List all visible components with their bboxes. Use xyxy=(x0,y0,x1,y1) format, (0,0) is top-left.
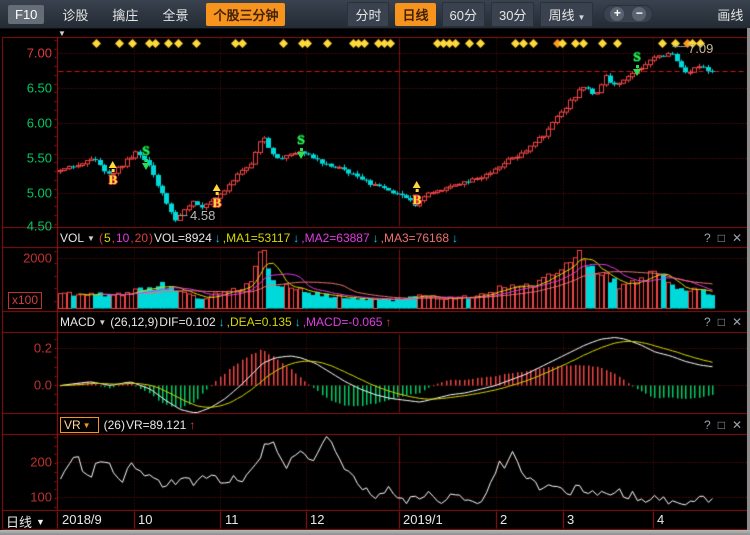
window-bottom-edge xyxy=(0,530,750,535)
sell-signal: S xyxy=(142,143,150,171)
header-value: (26) xyxy=(104,418,125,432)
vol-pane-controls: ? □ ✕ xyxy=(704,231,742,245)
vol-pane-header: VOL▼(5,10,20) VOL=8924↓ ,MA1=53117↓ ,MA2… xyxy=(60,229,460,247)
month-label: 11 xyxy=(225,512,239,527)
maximize-icon[interactable]: □ xyxy=(718,418,725,432)
header-value: ,MA2=63887 xyxy=(301,231,369,245)
toolbar: F10 诊股 擒庄 全景 个股三分钟 分时 日线 60分 30分 周线▼ + −… xyxy=(0,0,750,29)
stock-app-window: F10 诊股 擒庄 全景 个股三分钟 分时 日线 60分 30分 周线▼ + −… xyxy=(0,0,750,535)
trend-arrow-icon: ↑ xyxy=(385,315,391,329)
month-label: 12 xyxy=(310,512,324,527)
header-value: 10 xyxy=(116,231,129,245)
header-value: ,MACD=-0.065 xyxy=(303,315,383,329)
header-value: VR=89.121 xyxy=(126,418,186,432)
stock-3min-button[interactable]: 个股三分钟 xyxy=(206,3,285,26)
month-label: 2019/1 xyxy=(403,512,443,527)
price-label: 6.00 xyxy=(8,116,52,131)
trend-arrow-icon: ↓ xyxy=(373,231,379,245)
price-label: 5.50 xyxy=(8,151,52,166)
month-label: 2018/9 xyxy=(62,512,102,527)
banker-tracking-button[interactable]: 擒庄 xyxy=(112,5,138,24)
help-icon[interactable]: ? xyxy=(704,418,711,432)
close-icon[interactable]: ✕ xyxy=(732,418,742,432)
low-price-label: 4.58 xyxy=(190,208,215,223)
chevron-down-icon: ▼ xyxy=(577,13,585,22)
buy-signal: B xyxy=(413,180,422,208)
tab-daily[interactable]: 日线 xyxy=(395,3,435,26)
draw-line-button[interactable]: 画线 xyxy=(717,5,743,24)
header-value: DIF=0.102 xyxy=(159,315,215,329)
indicator-axis-label: 200 xyxy=(8,455,52,470)
price-label: 5.00 xyxy=(8,186,52,201)
trend-arrow-icon: ↓ xyxy=(295,315,301,329)
period-selector[interactable]: 日线 ▼ xyxy=(6,512,45,531)
high-price-label: 7.09 xyxy=(688,41,713,56)
trend-arrow-icon: ↓ xyxy=(215,231,221,245)
chevron-down-icon[interactable]: ▼ xyxy=(87,234,95,243)
close-icon[interactable]: ✕ xyxy=(732,315,742,329)
header-value: ,MA1=53117 xyxy=(223,231,291,245)
chevron-down-icon[interactable]: ▼ xyxy=(98,318,106,327)
trend-arrow-icon: ↓ xyxy=(293,231,299,245)
period-label: 日线 xyxy=(6,512,32,531)
f10-button[interactable]: F10 xyxy=(8,5,44,24)
header-value: ( xyxy=(99,231,103,245)
month-label: 10 xyxy=(138,512,152,527)
buy-signal: B xyxy=(109,160,118,188)
zoom-controls: + − xyxy=(603,5,653,23)
panorama-button[interactable]: 全景 xyxy=(162,5,188,24)
trend-arrow-icon: ↓ xyxy=(452,231,458,245)
macd-indicator-label[interactable]: MACD xyxy=(60,315,95,329)
header-value: ,MA3=76168 xyxy=(381,231,449,245)
buy-signal: B xyxy=(213,183,222,211)
header-value: 5 xyxy=(104,231,111,245)
vr-pane-controls: ? □ ✕ xyxy=(704,418,742,432)
header-value: , xyxy=(130,231,133,245)
price-label: 6.50 xyxy=(8,81,52,96)
chart-canvas[interactable] xyxy=(0,0,750,535)
header-value: VOL=8924 xyxy=(154,231,212,245)
volume-unit-label: x100 xyxy=(8,292,42,309)
down-arrow-icon: ▼ xyxy=(36,517,45,527)
vr-pane-header: VR▼ (26) VR=89.121↑ xyxy=(60,416,197,434)
indicator-axis-label: 100 xyxy=(8,490,52,505)
macd-pane-controls: ? □ ✕ xyxy=(704,315,742,329)
help-icon[interactable]: ? xyxy=(704,231,711,245)
month-label: 4 xyxy=(657,512,664,527)
vol-indicator-label[interactable]: VOL xyxy=(60,231,84,245)
tab-weekly[interactable]: 周线▼ xyxy=(540,2,593,27)
trend-arrow-icon: ↓ xyxy=(219,315,225,329)
sell-signal: S xyxy=(297,132,305,160)
x-axis-bar: 日线 ▼ 2018/9 10 11 12 2019/1 2 3 4 xyxy=(0,511,750,529)
close-icon[interactable]: ✕ xyxy=(732,231,742,245)
tab-60min[interactable]: 60分 xyxy=(442,2,485,27)
maximize-icon[interactable]: □ xyxy=(718,315,725,329)
indicator-axis-label: 0.0 xyxy=(8,378,52,393)
header-value: 20 xyxy=(135,231,148,245)
trend-arrow-icon: ↑ xyxy=(189,418,195,432)
zoom-in-button[interactable]: + xyxy=(610,7,624,21)
sell-signal: S xyxy=(633,49,641,77)
tab-intraday[interactable]: 分时 xyxy=(347,2,389,27)
indicator-axis-label: 2000 xyxy=(8,251,52,266)
maximize-icon[interactable]: □ xyxy=(718,231,725,245)
month-label: 3 xyxy=(567,512,574,527)
header-value: (26,12,9) xyxy=(110,315,158,329)
main-chart-dropdown[interactable]: ▼ xyxy=(58,29,66,38)
header-value: ) xyxy=(149,231,153,245)
zoom-out-button[interactable]: − xyxy=(632,7,646,21)
header-value: , xyxy=(112,231,115,245)
diagnose-stock-button[interactable]: 诊股 xyxy=(62,5,88,24)
help-icon[interactable]: ? xyxy=(704,315,711,329)
tab-30min[interactable]: 30分 xyxy=(491,2,534,27)
indicator-axis-label: 0.2 xyxy=(8,341,52,356)
month-label: 2 xyxy=(500,512,507,527)
price-label: 7.00 xyxy=(8,46,52,61)
vr-indicator-button[interactable]: VR▼ xyxy=(60,417,99,433)
header-value: ,DEA=0.135 xyxy=(227,315,292,329)
macd-pane-header: MACD▼ (26,12,9) DIF=0.102 ↓ ,DEA=0.135↓ ,M… xyxy=(60,313,393,331)
price-label: 4.50 xyxy=(8,219,52,234)
